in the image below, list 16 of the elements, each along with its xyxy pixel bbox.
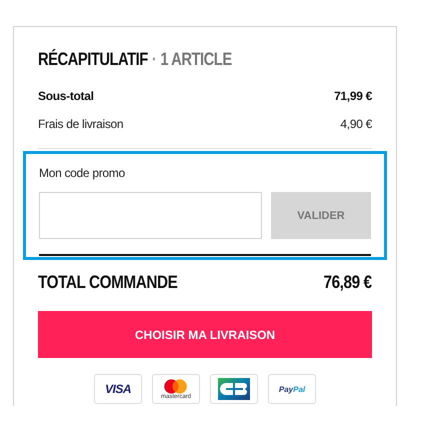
promo-label: Mon code promo <box>39 166 125 180</box>
promo-code-field[interactable] <box>39 192 262 239</box>
line-amount: 4,90 € <box>340 117 372 131</box>
line-label: Frais de livraison <box>38 117 124 131</box>
visa-logo: VISA <box>94 374 142 404</box>
line-amount: 71,99 € <box>334 89 372 103</box>
validate-button[interactable]: VALIDER <box>271 192 371 239</box>
total-label: TOTAL COMMANDE <box>38 272 178 293</box>
card-logo <box>210 374 258 404</box>
line-label: Sous-total <box>38 89 94 103</box>
total-amount: 76,89 € <box>324 272 372 293</box>
choose-delivery-button[interactable]: CHOISIR MA LIVRAISON <box>38 311 372 358</box>
paypal-logo: PayPal <box>268 374 316 404</box>
separator-dot: · <box>152 49 156 70</box>
item-count: 1 ARTICLE <box>160 49 232 70</box>
summary-title: RÉCAPITULATIF <box>38 49 148 70</box>
